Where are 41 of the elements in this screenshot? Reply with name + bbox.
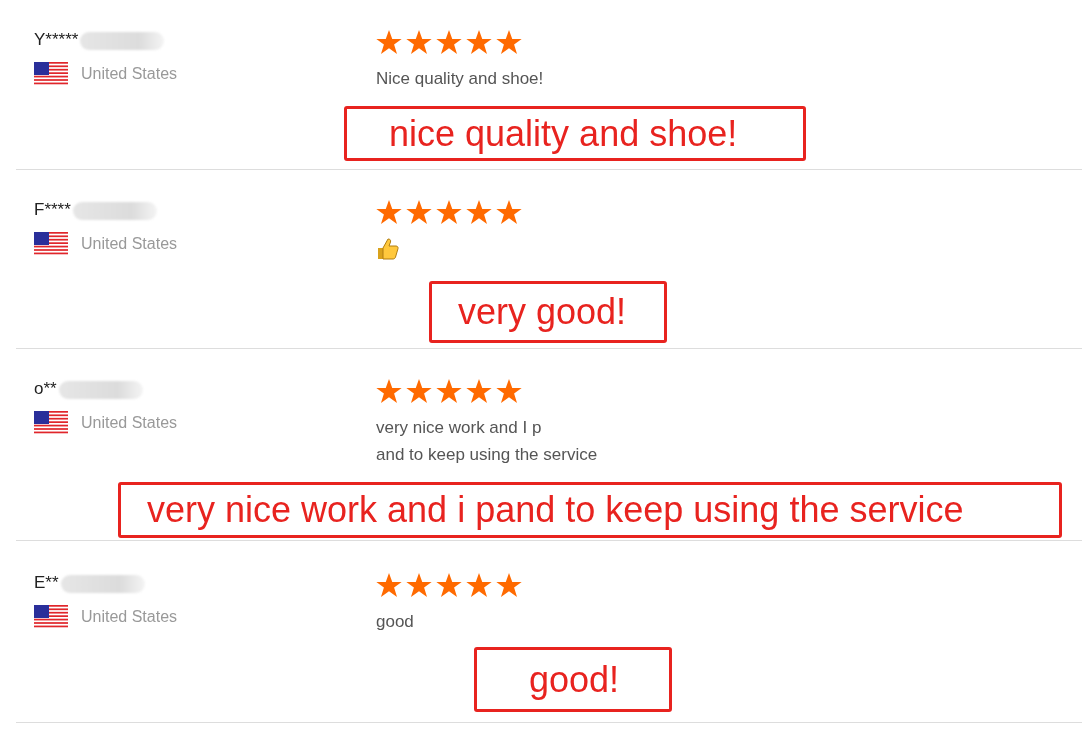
star-icon <box>376 200 402 225</box>
country-name: United States <box>81 414 178 432</box>
reviewer-name: Y***** <box>34 30 79 50</box>
star-icon <box>496 573 522 598</box>
thumbs-up-icon <box>376 237 400 261</box>
country-name: United States <box>81 608 178 626</box>
star-icon <box>406 200 432 225</box>
flag-icon <box>34 605 68 629</box>
annotation-frame: very nice work and i pand to keep using the service <box>118 482 1062 538</box>
flag-icon <box>34 62 68 86</box>
flag-icon <box>34 232 68 256</box>
star-icon <box>406 379 432 404</box>
country-name: United States <box>81 235 178 253</box>
star-icon <box>466 200 492 225</box>
star-icon <box>466 379 492 404</box>
reviewer-name: E** <box>34 573 59 593</box>
review-text: and to keep using the service <box>376 444 599 466</box>
star-icon <box>436 30 462 55</box>
reviewer-name: F**** <box>34 200 71 220</box>
annotation-frame: good! <box>474 647 672 712</box>
star-icon <box>496 200 522 225</box>
review-text: very nice work and I p <box>376 417 543 439</box>
star-icon <box>376 573 402 598</box>
annotation-frame: nice quality and shoe! <box>344 106 806 161</box>
star-icon <box>436 200 462 225</box>
star-icon <box>376 379 402 404</box>
annotation-frame: very good! <box>429 281 667 343</box>
star-icon <box>466 30 492 55</box>
star-icon <box>496 30 522 55</box>
star-icon <box>466 573 492 598</box>
star-icon <box>436 379 462 404</box>
country-name: United States <box>81 65 178 83</box>
star-icon <box>406 573 432 598</box>
star-icon <box>496 379 522 404</box>
review-text: Nice quality and shoe! <box>376 68 545 90</box>
star-icon <box>376 30 402 55</box>
star-icon <box>436 573 462 598</box>
reviewer-name: o** <box>34 379 57 399</box>
flag-icon <box>34 411 68 435</box>
review-text: good <box>376 611 415 633</box>
star-icon <box>406 30 432 55</box>
